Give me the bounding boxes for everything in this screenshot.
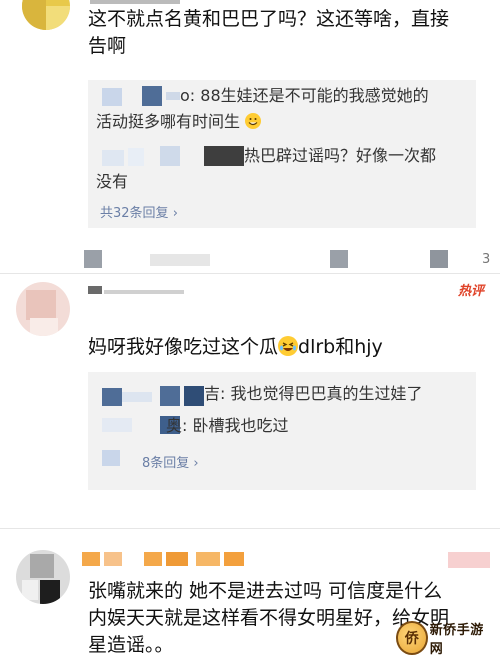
username-redacted bbox=[122, 392, 152, 402]
divider bbox=[0, 528, 500, 529]
avatar[interactable] bbox=[16, 282, 70, 336]
username-redacted bbox=[128, 148, 144, 166]
username-redacted bbox=[160, 146, 180, 166]
reply-line: 热巴辟过谣吗？好像一次都 bbox=[244, 144, 436, 168]
comment-text: 张嘴就来的 她不是进去过吗 可信度是什么 内娱天天就是这样看不得女明星好，给女明… bbox=[88, 578, 449, 659]
comment-footer-redacted bbox=[84, 250, 102, 268]
username-redacted bbox=[102, 418, 132, 432]
laughing-emoji-icon bbox=[278, 336, 299, 356]
username-redacted[interactable] bbox=[166, 552, 188, 566]
username-redacted bbox=[102, 388, 122, 406]
username-redacted bbox=[102, 150, 124, 166]
reply-line: 活动挺多哪有时间生 bbox=[96, 110, 262, 134]
username-redacted[interactable] bbox=[90, 0, 180, 4]
reply-text: 活动挺多哪有时间生 bbox=[96, 112, 241, 131]
reply-text: 卧槽我也吃过 bbox=[192, 416, 289, 435]
chevron-right-icon: › bbox=[193, 456, 199, 471]
username-redacted[interactable] bbox=[224, 552, 244, 566]
username-redacted[interactable] bbox=[104, 552, 122, 566]
reply-box[interactable]: 吉: 我也觉得巴巴真的生过娃了 奥: 卧槽我也吃过 8条回复 › bbox=[88, 372, 476, 490]
comment-footer-redacted bbox=[330, 250, 348, 268]
comment-footer-count: 3 bbox=[482, 252, 491, 267]
comment-line: 妈呀我好像吃过这个瓜 bbox=[88, 336, 279, 358]
watermark: 侨 新侨手游网 bbox=[396, 618, 492, 658]
username-redacted[interactable] bbox=[144, 552, 162, 566]
reply-line: 没有 bbox=[96, 170, 128, 194]
username-redacted bbox=[102, 450, 120, 466]
reply-line: 吉: 我也觉得巴巴真的生过娃了 bbox=[204, 382, 423, 406]
comment-2: 热评 妈呀我好像吃过这个瓜 dlrb和hjy 吉: 我也觉得巴巴真的生过娃了 奥… bbox=[0, 276, 500, 516]
badge-redacted bbox=[448, 552, 490, 568]
chevron-right-icon: › bbox=[172, 206, 178, 221]
username-redacted[interactable] bbox=[82, 552, 100, 566]
comment-1: 这不就点名黄和巴巴了吗？这还等啥，直接 告啊 o: 88生娃还是不可能的我感觉她… bbox=[0, 0, 500, 270]
more-replies-link[interactable]: 共32条回复 › bbox=[100, 202, 178, 221]
username-redacted bbox=[160, 386, 180, 406]
username-redacted bbox=[166, 92, 180, 100]
reply-text: 没有 bbox=[96, 172, 129, 191]
hot-comment-badge: 热评 bbox=[458, 284, 485, 299]
reply-line: o: 88生娃还是不可能的我感觉她的 bbox=[180, 84, 429, 108]
reply-line: 奥: 卧槽我也吃过 bbox=[166, 414, 289, 438]
reply-separator: o: bbox=[180, 86, 196, 105]
username-redacted bbox=[184, 386, 204, 406]
reply-text: 热巴辟过谣吗？好像一次都 bbox=[244, 146, 437, 165]
username-redacted bbox=[142, 86, 162, 106]
username-redacted[interactable] bbox=[104, 290, 184, 294]
reply-text: 我也觉得巴巴真的生过娃了 bbox=[230, 384, 423, 403]
more-replies-link[interactable]: 8条回复 › bbox=[142, 452, 199, 471]
avatar[interactable] bbox=[16, 550, 70, 604]
comment-line: 内娱天天就是这样看不得女明星好，给女明 bbox=[88, 607, 450, 629]
divider bbox=[0, 273, 500, 274]
username-redacted bbox=[102, 88, 122, 106]
username-redacted[interactable] bbox=[88, 286, 102, 294]
emblem-icon: 侨 bbox=[396, 621, 428, 655]
comment-line: 张嘴就来的 她不是进去过吗 可信度是什么 bbox=[88, 580, 443, 602]
username-redacted[interactable] bbox=[196, 552, 220, 566]
reply-separator: 吉: bbox=[204, 384, 226, 403]
comment-line: dlrb和hjy bbox=[298, 336, 383, 358]
comment-line: 告啊 bbox=[88, 35, 127, 57]
comment-footer-redacted bbox=[150, 254, 210, 266]
comment-line: 星造谣。。 bbox=[88, 634, 174, 656]
comment-text: 这不就点名黄和巴巴了吗？这还等啥，直接 告啊 bbox=[88, 6, 449, 60]
username-redacted bbox=[204, 146, 244, 166]
reply-box[interactable]: o: 88生娃还是不可能的我感觉她的 活动挺多哪有时间生 热巴辟过谣吗？好像一次… bbox=[88, 80, 476, 228]
grinning-emoji-icon bbox=[245, 113, 262, 129]
comment-line: 这不就点名黄和巴巴了吗？这还等啥，直接 bbox=[88, 8, 450, 30]
avatar[interactable] bbox=[22, 0, 70, 30]
comment-footer-redacted bbox=[430, 250, 448, 268]
comment-text: 妈呀我好像吃过这个瓜 dlrb和hjy bbox=[88, 334, 383, 361]
reply-separator: 奥: bbox=[166, 416, 188, 435]
watermark-text: 新侨手游网 bbox=[429, 623, 484, 657]
reply-text: 88生娃还是不可能的我感觉她的 bbox=[200, 86, 429, 105]
